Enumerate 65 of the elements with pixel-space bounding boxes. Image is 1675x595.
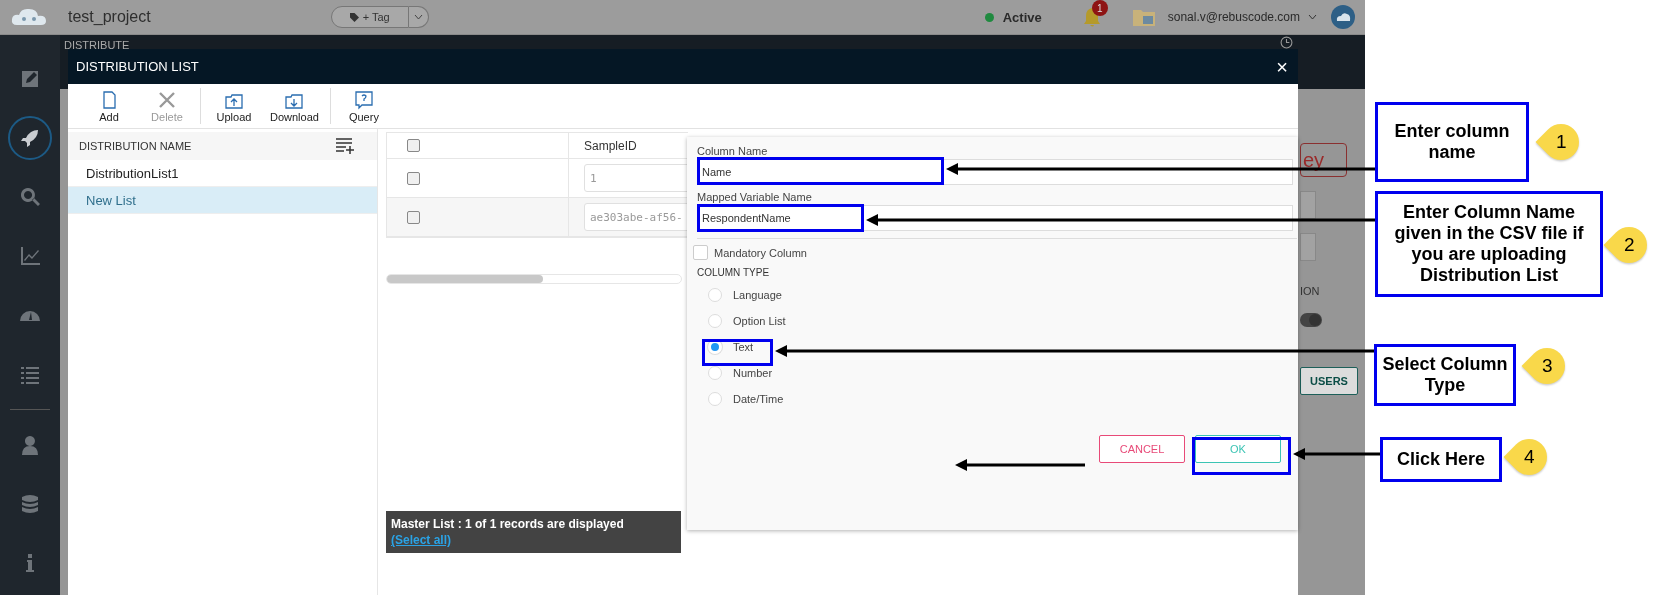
users-button[interactable]: USERS bbox=[1300, 367, 1358, 395]
annotation-text: Enter Column Name given in the CSV file if you are uploading Distribution List bbox=[1393, 202, 1585, 286]
toolbar-button[interactable]: Query bbox=[334, 89, 393, 123]
input-field[interactable]: ae303abe-af56- bbox=[584, 203, 688, 231]
folder-icon[interactable] bbox=[1131, 7, 1156, 27]
status-dot bbox=[984, 12, 994, 22]
toolbar-button[interactable]: Download bbox=[263, 89, 326, 123]
radio-label: Text bbox=[733, 341, 754, 353]
status-label: Active bbox=[1002, 9, 1042, 25]
checkbox[interactable] bbox=[693, 245, 708, 260]
clock-icon[interactable] bbox=[1280, 36, 1293, 49]
add-list-icon[interactable] bbox=[335, 137, 355, 155]
input-field[interactable] bbox=[1300, 191, 1316, 219]
field-label: Mapped Variable Name bbox=[697, 191, 812, 203]
user-email[interactable]: sonal.v@rebuscode.com bbox=[1167, 10, 1300, 24]
close-button[interactable]: × bbox=[1276, 56, 1288, 77]
checkbox[interactable] bbox=[407, 139, 420, 152]
annotation-text: Enter column name bbox=[1393, 121, 1511, 163]
cancel-button[interactable]: CANCEL bbox=[1099, 435, 1185, 463]
field-label: Column Name bbox=[697, 145, 768, 157]
checkbox-label: Mandatory Column bbox=[714, 246, 807, 259]
annotation-text: Select Column Type bbox=[1381, 354, 1509, 396]
radio-label: Date/Time bbox=[733, 393, 784, 405]
radio-label: Language bbox=[733, 289, 782, 301]
radio-label: Option List bbox=[733, 315, 786, 327]
dialog-title: DISTRIBUTION LIST bbox=[76, 59, 199, 74]
radio-button[interactable] bbox=[708, 288, 722, 302]
nav-item[interactable] bbox=[8, 116, 52, 160]
dropdown-button[interactable] bbox=[408, 6, 429, 28]
select-all-link[interactable]: (Select all) bbox=[391, 533, 452, 547]
list-item[interactable]: New List bbox=[68, 187, 377, 214]
project-name: test_project bbox=[68, 8, 151, 26]
caret-icon bbox=[413, 14, 423, 20]
tag-button[interactable]: + Tag bbox=[330, 6, 409, 28]
column-header: SampleID bbox=[584, 138, 637, 153]
section-title: DISTRIBUTE bbox=[64, 39, 130, 51]
section-label: COLUMN TYPE bbox=[697, 267, 770, 278]
toggle-switch[interactable] bbox=[1300, 313, 1322, 327]
toolbar-button[interactable]: Upload bbox=[205, 89, 263, 123]
column-header: DISTRIBUTION NAME bbox=[79, 140, 192, 152]
input-field[interactable] bbox=[1300, 233, 1316, 261]
radio-label: Number bbox=[733, 367, 773, 379]
pencil-icon bbox=[19, 68, 41, 90]
rocket-icon bbox=[19, 127, 41, 149]
input-field[interactable]: 1 bbox=[584, 164, 688, 192]
tag-icon bbox=[349, 12, 359, 22]
highlight-frame bbox=[702, 339, 773, 366]
toolbar-button[interactable]: Add bbox=[80, 89, 138, 123]
radio-button[interactable] bbox=[708, 314, 722, 328]
radio-button[interactable] bbox=[708, 392, 722, 406]
line-chart-icon bbox=[19, 245, 41, 267]
search-icon bbox=[19, 186, 41, 208]
annotation-text: Click Here bbox=[1396, 449, 1486, 470]
record-count: Master List : 1 of 1 records are displayed (Select all) bbox=[391, 517, 624, 547]
avatar-icon[interactable] bbox=[1331, 5, 1355, 29]
notification-badge: 1 bbox=[1091, 0, 1108, 16]
user-icon bbox=[19, 434, 41, 456]
database-icon bbox=[19, 493, 41, 515]
checkbox[interactable] bbox=[407, 171, 420, 185]
checkbox[interactable] bbox=[407, 210, 420, 224]
caret-icon[interactable] bbox=[1308, 14, 1317, 20]
radio-button[interactable] bbox=[708, 366, 722, 380]
cross-icon bbox=[157, 89, 177, 110]
question-icon bbox=[353, 89, 374, 110]
field-label: ION bbox=[1300, 285, 1320, 297]
